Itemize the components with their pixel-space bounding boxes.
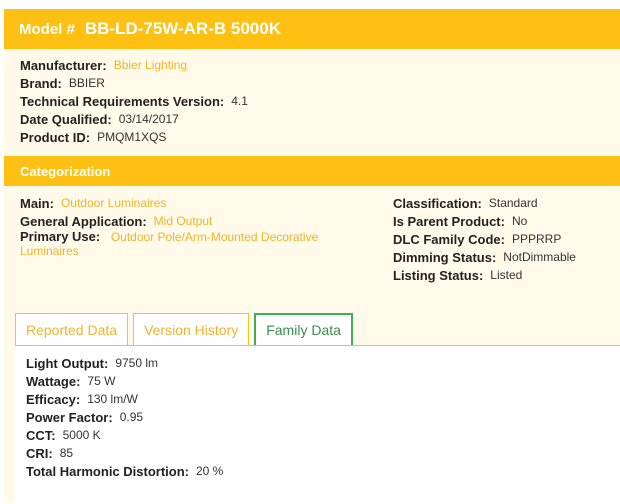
cat-row-general-application: General Application: Mid Output: [20, 212, 340, 230]
categorization-right: Classification: Standard Is Parent Produ…: [393, 194, 613, 284]
reported-value: 85: [59, 446, 74, 460]
cat-key: Listing Status:: [393, 267, 484, 283]
tab-reported-data[interactable]: Reported Data: [15, 313, 129, 345]
categorization-left: Main: Outdoor Luminaires General Applica…: [20, 194, 340, 259]
reported-key: Wattage:: [26, 373, 81, 389]
tab-version-history[interactable]: Version History: [133, 313, 250, 345]
info-key: Product ID:: [20, 129, 91, 145]
cat-value: Listed: [490, 268, 523, 282]
info-key: Technical Requirements Version:: [20, 93, 225, 109]
reported-value: 130 lm/W: [87, 392, 138, 406]
info-key: Manufacturer:: [20, 57, 107, 73]
reported-row-light-output: Light Output: 9750 lm: [26, 354, 620, 372]
cat-key: Primary Use:: [20, 229, 101, 244]
cat-key: Is Parent Product:: [393, 213, 505, 229]
reported-row-cri: CRI: 85: [26, 444, 620, 462]
reported-key: Total Harmonic Distortion:: [26, 463, 189, 479]
cat-value: PPPRRP: [511, 232, 562, 246]
info-row-tech-version: Technical Requirements Version: 4.1: [20, 92, 620, 110]
info-row-product-id: Product ID: PMQM1XQS: [20, 128, 620, 146]
cat-row-family-code: DLC Family Code: PPPRRP: [393, 230, 613, 248]
section-title: Categorization: [20, 163, 111, 179]
reported-value: 5000 K: [62, 428, 101, 442]
main-category-link[interactable]: Outdoor Luminaires: [61, 196, 166, 210]
reported-data-list: Light Output: 9750 lm Wattage: 75 W Effi…: [15, 346, 620, 480]
cat-key: DLC Family Code:: [393, 231, 505, 247]
info-value: PMQM1XQS: [97, 130, 167, 144]
cat-key: General Application:: [20, 213, 147, 229]
info-value: 03/14/2017: [118, 112, 179, 126]
reported-key: CCT:: [26, 427, 56, 443]
reported-row-cct: CCT: 5000 K: [26, 426, 620, 444]
reported-key: Power Factor:: [26, 409, 113, 425]
cat-key: Dimming Status:: [393, 249, 497, 265]
tab-family-data[interactable]: Family Data: [254, 313, 353, 345]
general-application-link[interactable]: Mid Output: [154, 214, 213, 228]
reported-row-efficacy: Efficacy: 130 lm/W: [26, 390, 620, 408]
cat-key: Classification:: [393, 195, 482, 211]
info-row-manufacturer: Manufacturer: Bbier Lighting: [20, 56, 620, 74]
cat-value: Standard: [488, 196, 538, 210]
cat-row-primary-use: Primary Use: Outdoor Pole/Arm-Mounted De…: [20, 229, 340, 259]
reported-value: 20 %: [195, 464, 224, 478]
reported-value: 9750 lm: [115, 356, 159, 370]
cat-row-is-parent: Is Parent Product: No: [393, 212, 613, 230]
product-info: Manufacturer: Bbier Lighting Brand: BBIE…: [4, 49, 620, 146]
model-header: Model # BB-LD-75W-AR-B 5000K: [4, 9, 620, 49]
product-card: Model # BB-LD-75W-AR-B 5000K Manufacture…: [4, 9, 620, 504]
info-key: Brand:: [20, 75, 62, 91]
categorization-header: Categorization: [4, 156, 620, 186]
info-value: 4.1: [231, 94, 248, 108]
reported-value: 75 W: [87, 374, 116, 388]
reported-row-wattage: Wattage: 75 W: [26, 372, 620, 390]
cat-row-dimming-status: Dimming Status: NotDimmable: [393, 248, 613, 266]
manufacturer-link[interactable]: Bbier Lighting: [114, 58, 187, 72]
cat-row-main: Main: Outdoor Luminaires: [20, 194, 340, 212]
cat-value: No: [511, 214, 528, 228]
model-label: Model #: [19, 20, 75, 38]
reported-row-power-factor: Power Factor: 0.95: [26, 408, 620, 426]
reported-key: CRI:: [26, 445, 53, 461]
tab-bar: Reported Data Version History Family Dat…: [15, 313, 358, 346]
cat-value: NotDimmable: [503, 250, 576, 264]
reported-data-panel: Light Output: 9750 lm Wattage: 75 W Effi…: [15, 345, 620, 504]
reported-value: 0.95: [119, 410, 144, 424]
info-row-date-qualified: Date Qualified: 03/14/2017: [20, 110, 620, 128]
cat-key: Main:: [20, 195, 54, 211]
cat-row-classification: Classification: Standard: [393, 194, 613, 212]
reported-key: Efficacy:: [26, 391, 81, 407]
reported-key: Light Output:: [26, 355, 109, 371]
model-number: BB-LD-75W-AR-B 5000K: [84, 19, 281, 38]
info-row-brand: Brand: BBIER: [20, 74, 620, 92]
info-value: BBIER: [68, 76, 105, 90]
reported-row-thd: Total Harmonic Distortion: 20 %: [26, 462, 620, 480]
cat-row-listing-status: Listing Status: Listed: [393, 266, 613, 284]
categorization-body: Main: Outdoor Luminaires General Applica…: [4, 186, 620, 286]
info-key: Date Qualified:: [20, 111, 112, 127]
